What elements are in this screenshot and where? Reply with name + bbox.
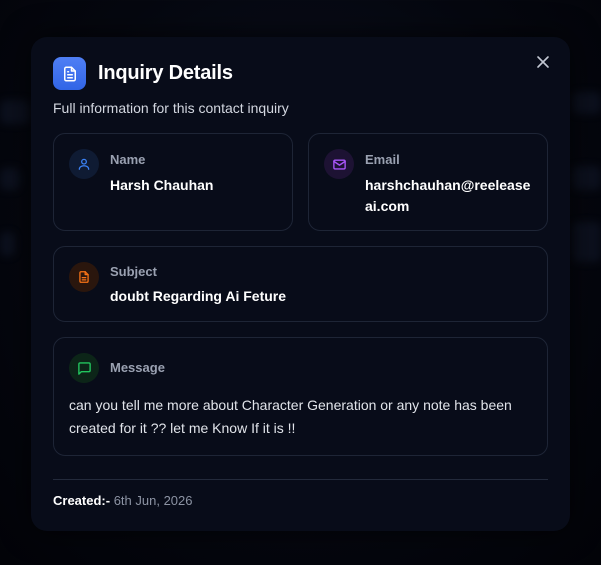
name-value: Harsh Chauhan [110, 177, 214, 193]
message-text: can you tell me more about Character Gen… [69, 394, 539, 440]
name-icon-badge [69, 149, 99, 179]
created-label: Created:- [53, 493, 111, 508]
document-icon [79, 271, 89, 283]
message-card: Message can you tell me more about Chara… [53, 337, 548, 456]
background-panel [572, 166, 601, 190]
background-panel [572, 92, 601, 114]
background-panel [0, 100, 30, 124]
mail-icon [332, 158, 346, 170]
close-icon[interactable] [534, 53, 552, 71]
subject-card: Subject doubt Regarding Ai Feture [53, 246, 548, 322]
created-date: Created:- 6th Jun, 2026 [53, 493, 193, 508]
user-icon [78, 158, 90, 170]
email-label: Email [365, 152, 400, 167]
chat-icon [77, 361, 91, 375]
message-line: created for it ?? let me Know If it is !… [69, 420, 296, 436]
message-label: Message [110, 360, 165, 375]
background-panel [0, 168, 20, 190]
subject-value: doubt Regarding Ai Feture [110, 288, 287, 304]
email-value-line: ai.com [365, 198, 410, 214]
modal-title: Inquiry Details [98, 62, 233, 84]
footer-divider [53, 479, 548, 480]
email-value-line: harshchauhan@reelease [365, 177, 531, 193]
close-button[interactable] [534, 53, 552, 71]
message-icon-badge [69, 353, 99, 383]
message-line: can you tell me more about Character Gen… [69, 397, 512, 413]
name-card: Name Harsh Chauhan [53, 133, 293, 231]
document-icon [63, 66, 76, 81]
header-icon-badge [53, 57, 86, 90]
name-label: Name [110, 152, 146, 167]
email-icon-badge [324, 149, 354, 179]
background-panel [572, 222, 601, 262]
email-card: Email harshchauhan@reelease ai.com [308, 133, 548, 231]
subject-label: Subject [110, 264, 157, 279]
subject-icon-badge [69, 262, 99, 292]
modal-subtitle: Full information for this contact inquir… [53, 100, 289, 116]
email-value: harshchauhan@reelease ai.com [365, 175, 530, 217]
created-value: 6th Jun, 2026 [113, 493, 193, 508]
background-panel [0, 232, 15, 256]
inquiry-details-modal: Inquiry Details Full information for thi… [31, 37, 570, 531]
